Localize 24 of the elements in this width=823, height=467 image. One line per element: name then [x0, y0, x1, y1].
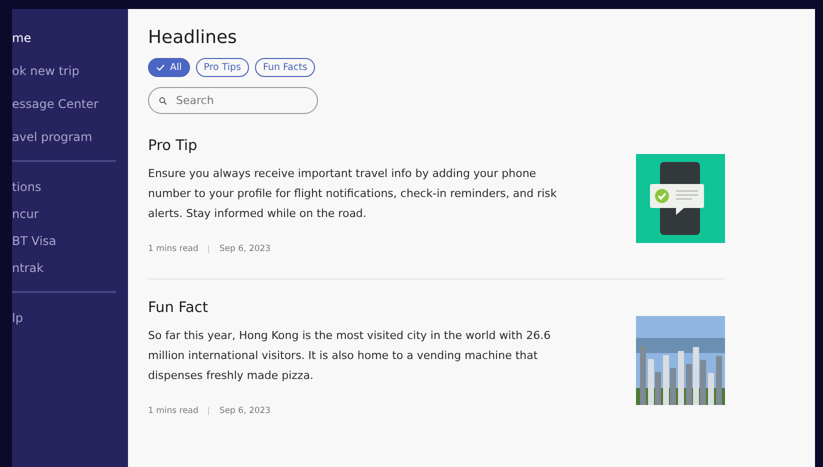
- read-time: 1 mins read: [148, 406, 198, 416]
- nav-item[interactable]: BT Visa: [12, 232, 116, 250]
- nav-item[interactable]: me: [12, 29, 116, 47]
- article-text: Ensure you always receive important travel info by adding your phone number to your profile for flight notifications, check-in reminders, and risk alerts. Stay informed while on the road.: [148, 166, 558, 222]
- page-title: Headlines: [148, 27, 238, 48]
- article-title: Fun Fact: [148, 300, 210, 316]
- check-icon: [156, 64, 165, 71]
- nav-item[interactable]: tions: [12, 178, 116, 196]
- search-field[interactable]: Search: [148, 87, 318, 114]
- article-text: So far this year, Hong Kong is the most visited city in the world with 26.6 million international visitors. It is also home to a vending machine that dispenses freshly made pizza.: [148, 328, 552, 384]
- article-date: Sep 6, 2023: [219, 406, 271, 416]
- article-title: Pro Tip: [148, 138, 198, 154]
- nav-item[interactable]: essage Center: [12, 95, 116, 113]
- nav-item[interactable]: ntrak: [12, 259, 116, 277]
- nav-item[interactable]: ok new trip: [12, 62, 116, 80]
- read-time: 1 mins read: [148, 244, 198, 254]
- nav-item[interactable]: ncur: [12, 205, 116, 223]
- nav-item[interactable]: lp: [12, 309, 116, 327]
- filter-chip[interactable]: Pro Tips: [196, 58, 250, 77]
- nav-item[interactable]: avel program: [12, 128, 116, 146]
- search-icon: [159, 97, 167, 105]
- article-date: Sep 6, 2023: [219, 244, 271, 254]
- filter-chip[interactable]: All: [148, 58, 190, 77]
- filter-chip[interactable]: Fun Facts: [255, 58, 316, 77]
